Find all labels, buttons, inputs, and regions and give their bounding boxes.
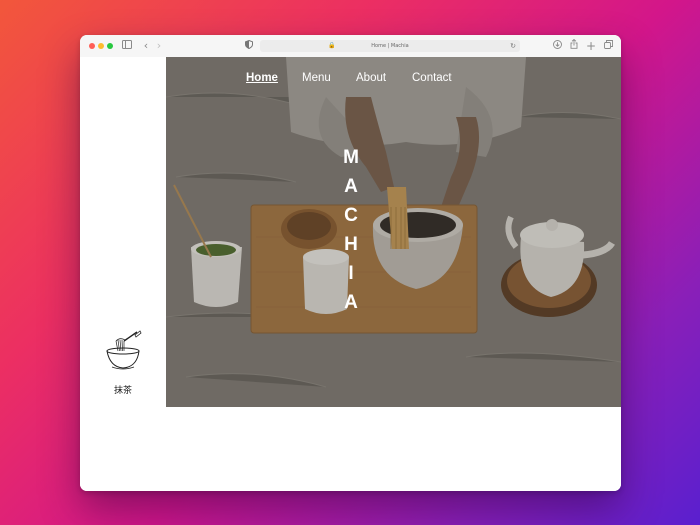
zoom-window-button[interactable] [107, 43, 113, 49]
share-icon[interactable] [567, 38, 581, 53]
nav-contact-link[interactable]: Contact [412, 72, 452, 84]
tab-overview-icon[interactable] [601, 39, 615, 53]
forward-icon[interactable]: › [152, 39, 166, 53]
nav-menu-link[interactable]: Menu [302, 72, 331, 84]
privacy-shield-icon[interactable] [242, 39, 256, 53]
new-tab-icon[interactable]: + [584, 39, 598, 53]
sidebar: 抹茶 [80, 57, 166, 407]
reload-icon[interactable]: ↻ [510, 40, 516, 52]
brand-letter: I [348, 263, 354, 284]
logo-text: 抹茶 [113, 386, 132, 396]
brand-letter: A [344, 176, 358, 197]
minimize-window-button[interactable] [98, 43, 104, 49]
page-content: 抹茶 Home Menu About Contact M A C H I A [80, 57, 621, 491]
address-bar[interactable]: 🔒 Home | Machia ↻ [260, 40, 520, 52]
nav-about-link[interactable]: About [356, 72, 386, 84]
brand-letter: M [343, 147, 359, 168]
brand-letter: C [344, 205, 358, 226]
back-icon[interactable]: ‹ [139, 39, 153, 53]
address-text: Home | Machia [371, 43, 409, 49]
brand-letter: A [344, 292, 358, 313]
brand-letter: H [344, 234, 358, 255]
matcha-bowl-whisk-icon[interactable] [104, 329, 144, 373]
download-icon[interactable] [550, 39, 564, 53]
main-nav: Home Menu About Contact [166, 72, 621, 88]
close-window-button[interactable] [89, 43, 95, 49]
browser-window: ‹ › 🔒 Home | Machia ↻ + 抹茶 Home Menu Abo… [80, 35, 621, 491]
nav-home-link[interactable]: Home [246, 72, 278, 84]
lock-icon: 🔒 [328, 42, 336, 49]
matcha-ceremony-photo [166, 57, 621, 407]
browser-toolbar: ‹ › 🔒 Home | Machia ↻ + [80, 35, 621, 58]
hero-image: Home Menu About Contact M A C H I A [166, 57, 621, 407]
sidebar-toggle-icon[interactable] [120, 39, 134, 53]
brand-title-vertical: M A C H I A [334, 143, 368, 317]
